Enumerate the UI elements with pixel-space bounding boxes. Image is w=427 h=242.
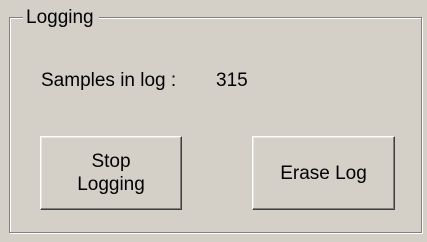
group-title: Logging bbox=[23, 7, 99, 29]
logging-panel: { "group": { "title": "Logging" }, "samp… bbox=[0, 0, 427, 242]
samples-count-value: 315 bbox=[216, 70, 248, 91]
stop-logging-button[interactable]: Stop Logging bbox=[40, 136, 182, 210]
erase-log-button[interactable]: Erase Log bbox=[252, 136, 395, 210]
samples-in-log-label: Samples in log : bbox=[41, 70, 177, 91]
